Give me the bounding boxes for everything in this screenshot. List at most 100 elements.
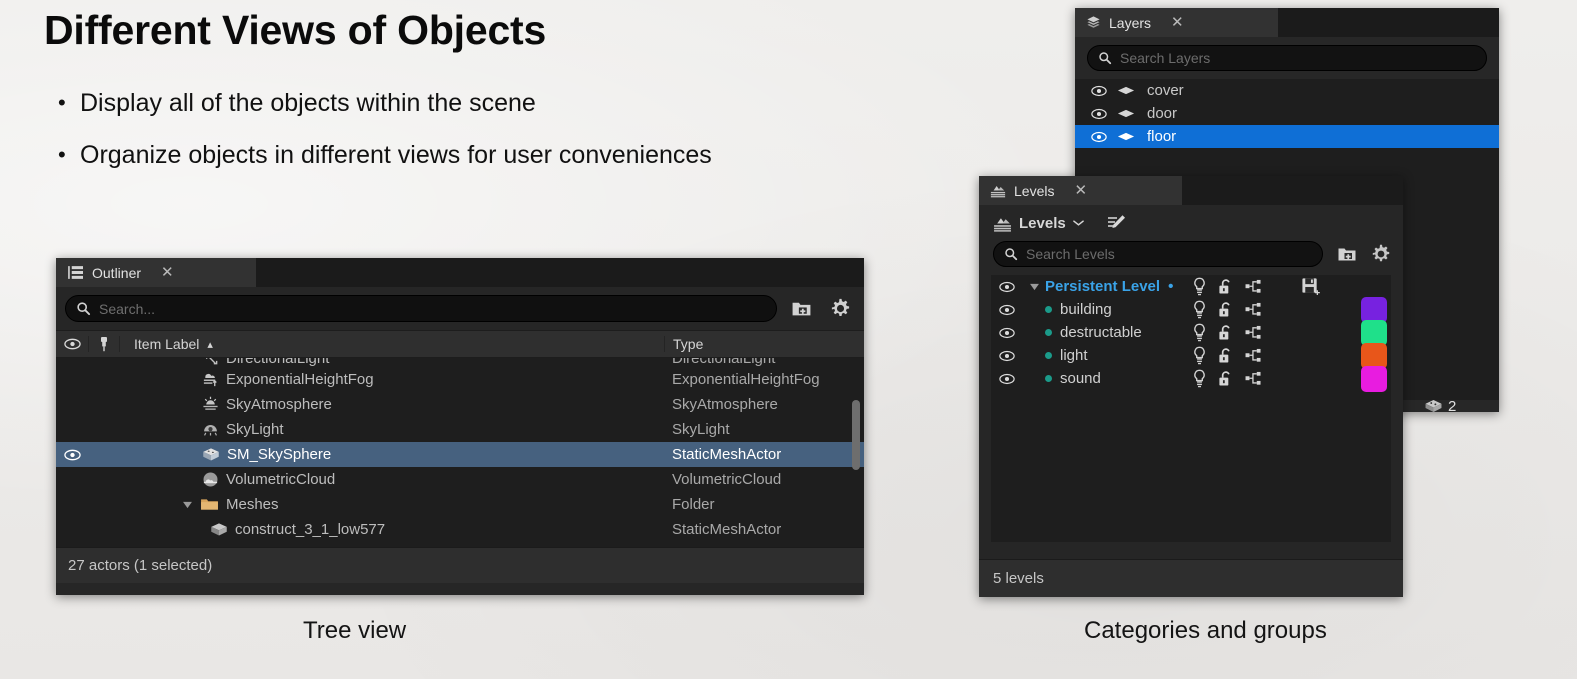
row-type: Folder xyxy=(672,496,715,513)
unlock-icon[interactable] xyxy=(1218,278,1233,295)
levels-status-bar: 5 levels xyxy=(979,559,1403,597)
visibility-eye-icon[interactable] xyxy=(991,304,1023,316)
visibility-eye-icon[interactable] xyxy=(991,373,1023,385)
type-column-text: Type xyxy=(673,336,704,352)
table-row[interactable]: SkyLight SkyLight xyxy=(56,417,864,442)
search-levels-input[interactable]: Search Levels xyxy=(993,241,1323,267)
table-row[interactable]: Persistent Level • xyxy=(991,275,1391,298)
outliner-icon xyxy=(67,265,84,280)
level-row-icons xyxy=(1193,300,1301,319)
search-levels-placeholder: Search Levels xyxy=(1026,246,1115,262)
visibility-column-header[interactable] xyxy=(56,338,88,350)
outliner-panel: Outliner ✕ Search... Item Label ▴ Type D… xyxy=(56,258,864,595)
table-row[interactable]: DirectionalLight DirectionalLight xyxy=(56,358,864,367)
table-row[interactable]: ExponentialHeightFog ExponentialHeightFo… xyxy=(56,367,864,392)
visibility-eye-icon[interactable] xyxy=(1091,85,1107,97)
visibility-eye-icon[interactable] xyxy=(991,327,1023,339)
row-label: ExponentialHeightFog xyxy=(226,371,374,388)
vertical-scrollbar[interactable] xyxy=(852,400,860,470)
level-name-cell: building xyxy=(1045,301,1193,318)
cube-icon xyxy=(1424,399,1443,414)
table-row[interactable]: sound xyxy=(991,365,1391,392)
lightbulb-icon[interactable] xyxy=(1193,277,1206,296)
chevron-down-icon xyxy=(1072,219,1084,227)
type-column-header[interactable]: Type xyxy=(664,336,864,352)
row-label-cell: construct_3_1_low577 xyxy=(120,521,664,538)
row-label-cell: ExponentialHeightFog xyxy=(120,371,664,388)
close-icon[interactable]: ✕ xyxy=(1171,15,1184,30)
close-icon[interactable]: ✕ xyxy=(1074,183,1087,198)
unlock-icon[interactable] xyxy=(1218,347,1233,364)
expand-triangle-icon[interactable] xyxy=(1023,283,1045,291)
table-row[interactable]: destructable xyxy=(991,319,1391,346)
streaming-icon[interactable] xyxy=(1245,279,1262,294)
save-level-icon[interactable] xyxy=(1301,277,1357,296)
table-row-selected[interactable]: SM_SkySphere StaticMeshActor xyxy=(56,442,864,467)
search-layers-placeholder: Search Layers xyxy=(1120,50,1211,66)
levels-panel: Levels ✕ Levels Search Levels Persistent… xyxy=(979,176,1403,597)
layer-name: cover xyxy=(1147,82,1184,99)
lightbulb-icon[interactable] xyxy=(1193,346,1206,365)
tab-layers[interactable]: Layers ✕ xyxy=(1075,8,1278,37)
list-item-selected[interactable]: floor xyxy=(1075,125,1499,148)
pin-column-header[interactable] xyxy=(88,336,120,352)
sky-light-icon xyxy=(202,421,219,438)
settings-gear-icon[interactable] xyxy=(830,298,851,319)
layers-stack-icon xyxy=(1086,15,1101,30)
list-item[interactable]: door xyxy=(1075,102,1499,125)
search-layers-input[interactable]: Search Layers xyxy=(1087,45,1487,71)
levels-menu-button[interactable]: Levels xyxy=(993,215,1084,232)
outliner-tree[interactable]: DirectionalLight DirectionalLight Expone… xyxy=(56,358,864,547)
table-row[interactable]: light xyxy=(991,342,1391,369)
table-row[interactable]: VolumetricCloud VolumetricCloud xyxy=(56,467,864,492)
table-row[interactable]: building xyxy=(991,296,1391,323)
search-placeholder: Search... xyxy=(99,300,156,317)
search-input[interactable]: Search... xyxy=(65,295,777,322)
level-color-swatch[interactable] xyxy=(1361,365,1387,392)
static-mesh-icon xyxy=(202,447,220,463)
level-row-icons xyxy=(1193,323,1301,342)
edit-levels-button[interactable] xyxy=(1106,213,1128,233)
levels-tabbar: Levels ✕ xyxy=(979,176,1403,205)
unlock-icon[interactable] xyxy=(1218,370,1233,387)
streaming-icon[interactable] xyxy=(1245,348,1262,363)
list-item[interactable]: cover xyxy=(1075,79,1499,102)
unlock-icon[interactable] xyxy=(1218,324,1233,341)
bullet-list: • Display all of the objects within the … xyxy=(54,84,712,188)
streaming-icon[interactable] xyxy=(1245,371,1262,386)
table-row[interactable]: Meshes Folder xyxy=(56,492,864,517)
row-label-cell: SM_SkySphere xyxy=(120,446,664,463)
expand-triangle-icon[interactable] xyxy=(182,501,193,509)
lightbulb-icon[interactable] xyxy=(1193,300,1206,319)
status-badge: 2 xyxy=(1424,398,1456,415)
levels-toolbar: Levels xyxy=(979,205,1403,237)
visibility-eye-icon[interactable] xyxy=(991,281,1023,293)
visibility-eye-icon[interactable] xyxy=(1091,108,1107,120)
visibility-eye-icon[interactable] xyxy=(56,449,88,461)
item-label-column-header[interactable]: Item Label ▴ xyxy=(120,336,664,352)
lightbulb-icon[interactable] xyxy=(1193,323,1206,342)
levels-menu-label: Levels xyxy=(1019,214,1066,232)
level-row-icons xyxy=(1193,346,1301,365)
tab-outliner-label: Outliner xyxy=(92,264,142,281)
table-row[interactable]: SkyAtmosphere SkyAtmosphere xyxy=(56,392,864,417)
streaming-icon[interactable] xyxy=(1245,325,1262,340)
table-row[interactable]: construct_3_1_low577 StaticMeshActor xyxy=(56,517,864,542)
static-mesh-icon xyxy=(210,522,228,538)
unlock-icon[interactable] xyxy=(1218,301,1233,318)
outliner-column-header: Item Label ▴ Type xyxy=(56,330,864,358)
lightbulb-icon[interactable] xyxy=(1193,369,1206,388)
settings-gear-icon[interactable] xyxy=(1371,244,1391,264)
row-label: VolumetricCloud xyxy=(226,471,336,488)
new-level-folder-icon[interactable] xyxy=(1337,245,1357,263)
new-folder-icon[interactable] xyxy=(791,299,812,318)
tab-levels[interactable]: Levels ✕ xyxy=(979,176,1182,205)
bullet-marker-icon: • xyxy=(58,142,66,167)
visibility-eye-icon[interactable] xyxy=(991,350,1023,362)
page-title: Different Views of Objects xyxy=(44,7,547,53)
close-icon[interactable]: ✕ xyxy=(161,265,174,280)
tab-outliner[interactable]: Outliner ✕ xyxy=(56,258,256,287)
streaming-icon[interactable] xyxy=(1245,302,1262,317)
visibility-eye-icon[interactable] xyxy=(1091,131,1107,143)
bullet-text: Display all of the objects within the sc… xyxy=(80,89,536,117)
